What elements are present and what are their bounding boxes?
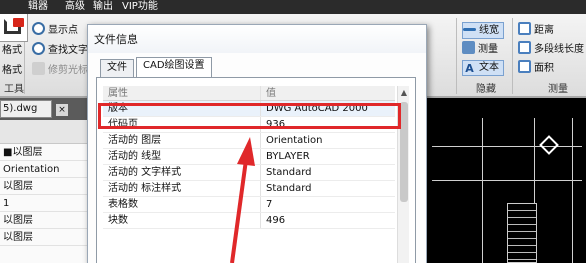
tab-file[interactable]: 文件 — [100, 59, 134, 77]
column-divider — [260, 213, 261, 228]
property-row[interactable]: 以图层 — [0, 212, 88, 229]
menu-item-editor[interactable]: 辑器 — [28, 0, 48, 14]
drawing-line — [432, 146, 582, 147]
polyline-length-button[interactable]: 多段线长度 — [518, 41, 584, 57]
distance-icon — [518, 22, 531, 35]
drawing-symbol — [539, 135, 559, 155]
target-icon — [32, 22, 45, 35]
drawing-line — [572, 118, 573, 263]
area-icon — [518, 60, 531, 73]
column-divider — [260, 197, 261, 212]
polyline-length-label: 多段线长度 — [534, 44, 584, 55]
group-label-hide: 隐藏 — [476, 84, 496, 95]
close-tab-icon[interactable]: × — [56, 104, 68, 116]
column-divider — [260, 149, 261, 164]
row-value: 496 — [266, 215, 286, 226]
lineweight-icon — [463, 28, 476, 31]
file-info-dialog: 文件信息 文件 CAD绘图设置 属性 值 版本 DWG AutoCAD 2000… — [87, 24, 427, 263]
lineweight-label: 线宽 — [479, 25, 499, 36]
drawing-canvas[interactable] — [422, 98, 586, 263]
column-divider — [260, 133, 261, 148]
row-key: 表格数 — [108, 199, 138, 210]
ribbon-separator — [456, 18, 457, 94]
text-icon: A — [465, 62, 474, 75]
show-points-label: 显示点 — [48, 25, 78, 36]
area-label: 面积 — [534, 63, 554, 74]
table-row[interactable]: 活动的 图层 Orientation — [103, 133, 395, 149]
column-divider — [260, 86, 261, 100]
area-button[interactable]: 面积 — [518, 60, 554, 76]
properties-header — [0, 120, 88, 144]
row-key: 活动的 文字样式 — [108, 167, 182, 178]
polyline-length-icon — [518, 41, 531, 54]
dialog-title: 文件信息 — [94, 33, 138, 46]
app-logo-button[interactable] — [0, 14, 28, 42]
trim-cursor-button[interactable]: 修剪光标 — [32, 62, 88, 78]
column-divider — [260, 181, 261, 196]
measure-toggle-label: 测量 — [478, 44, 498, 55]
property-row[interactable]: Orientation — [0, 161, 88, 178]
row-value: Orientation — [266, 135, 323, 146]
row-key: 活动的 图层 — [108, 135, 162, 146]
property-row[interactable]: ■以图层 — [0, 144, 88, 161]
property-row[interactable]: 1 — [0, 195, 88, 212]
dialog-titlebar[interactable]: 文件信息 — [88, 25, 426, 53]
lineweight-button[interactable]: 线宽 — [462, 22, 504, 39]
find-text-label: 查找文字 — [48, 45, 88, 56]
row-key: 块数 — [108, 215, 128, 226]
drawing-line — [432, 180, 582, 181]
table-row[interactable]: 块数 496 — [103, 213, 395, 229]
row-value: BYLAYER — [266, 151, 310, 162]
table-row[interactable]: 表格数 7 — [103, 197, 395, 213]
row-key: 活动的 标注样式 — [108, 183, 182, 194]
table-row[interactable]: 活动的 文字样式 Standard — [103, 165, 395, 181]
ribbon-separator — [512, 18, 513, 94]
search-text-icon — [32, 42, 45, 55]
measure-icon — [462, 41, 475, 54]
group-label-tools: 工具 — [4, 84, 24, 95]
menu-item-vip[interactable]: VIP功能 — [122, 0, 158, 14]
row-key: 活动的 线型 — [108, 151, 162, 162]
property-row[interactable]: 以图层 — [0, 229, 88, 246]
document-tab[interactable]: 5).dwg — [0, 100, 52, 118]
measure-toggle-button[interactable]: 测量 — [462, 41, 498, 57]
property-row[interactable]: 以图层 — [0, 178, 88, 195]
menu-bar: 辑器 高级 输出 VIP功能 — [0, 0, 586, 14]
ribbon-label-2[interactable]: 格式 — [2, 44, 22, 58]
scrollbar-thumb[interactable] — [400, 102, 408, 202]
column-divider — [260, 165, 261, 180]
show-points-button[interactable]: 显示点 — [32, 22, 78, 38]
row-value: Standard — [266, 167, 312, 178]
drawing-stair — [507, 203, 537, 263]
menu-item-advanced[interactable]: 高级 — [65, 0, 85, 14]
table-row[interactable]: 活动的 线型 BYLAYER — [103, 149, 395, 165]
document-tab-bar: 5).dwg × — [0, 98, 90, 120]
text-toggle-label: 文本 — [479, 62, 499, 73]
distance-button[interactable]: 距离 — [518, 22, 554, 38]
trim-cursor-icon — [32, 62, 45, 75]
column-header-property[interactable]: 属性 — [108, 86, 128, 102]
column-header-value[interactable]: 值 — [266, 86, 276, 102]
table-header: 属性 值 — [103, 86, 395, 101]
table-row[interactable]: 活动的 标注样式 Standard — [103, 181, 395, 197]
find-text-button[interactable]: 查找文字 — [32, 42, 88, 58]
row-value: Standard — [266, 183, 312, 194]
menu-item-output[interactable]: 输出 — [93, 0, 113, 14]
text-toggle-button[interactable]: A 文本 — [462, 60, 504, 76]
scroll-up-icon[interactable]: ▲ — [400, 88, 408, 98]
logo-red-icon — [13, 18, 24, 27]
group-label-measure: 测量 — [548, 84, 568, 95]
distance-label: 距离 — [534, 25, 554, 36]
properties-panel: ■以图层 Orientation 以图层 1 以图层 以图层 — [0, 120, 88, 263]
drawing-line — [482, 118, 483, 263]
tab-cad-drawing-settings[interactable]: CAD绘图设置 — [136, 57, 212, 77]
ribbon-label-3[interactable]: 格式 — [2, 64, 22, 78]
row-value: 7 — [266, 199, 273, 210]
trim-cursor-label: 修剪光标 — [48, 65, 88, 76]
highlight-box — [98, 103, 401, 129]
